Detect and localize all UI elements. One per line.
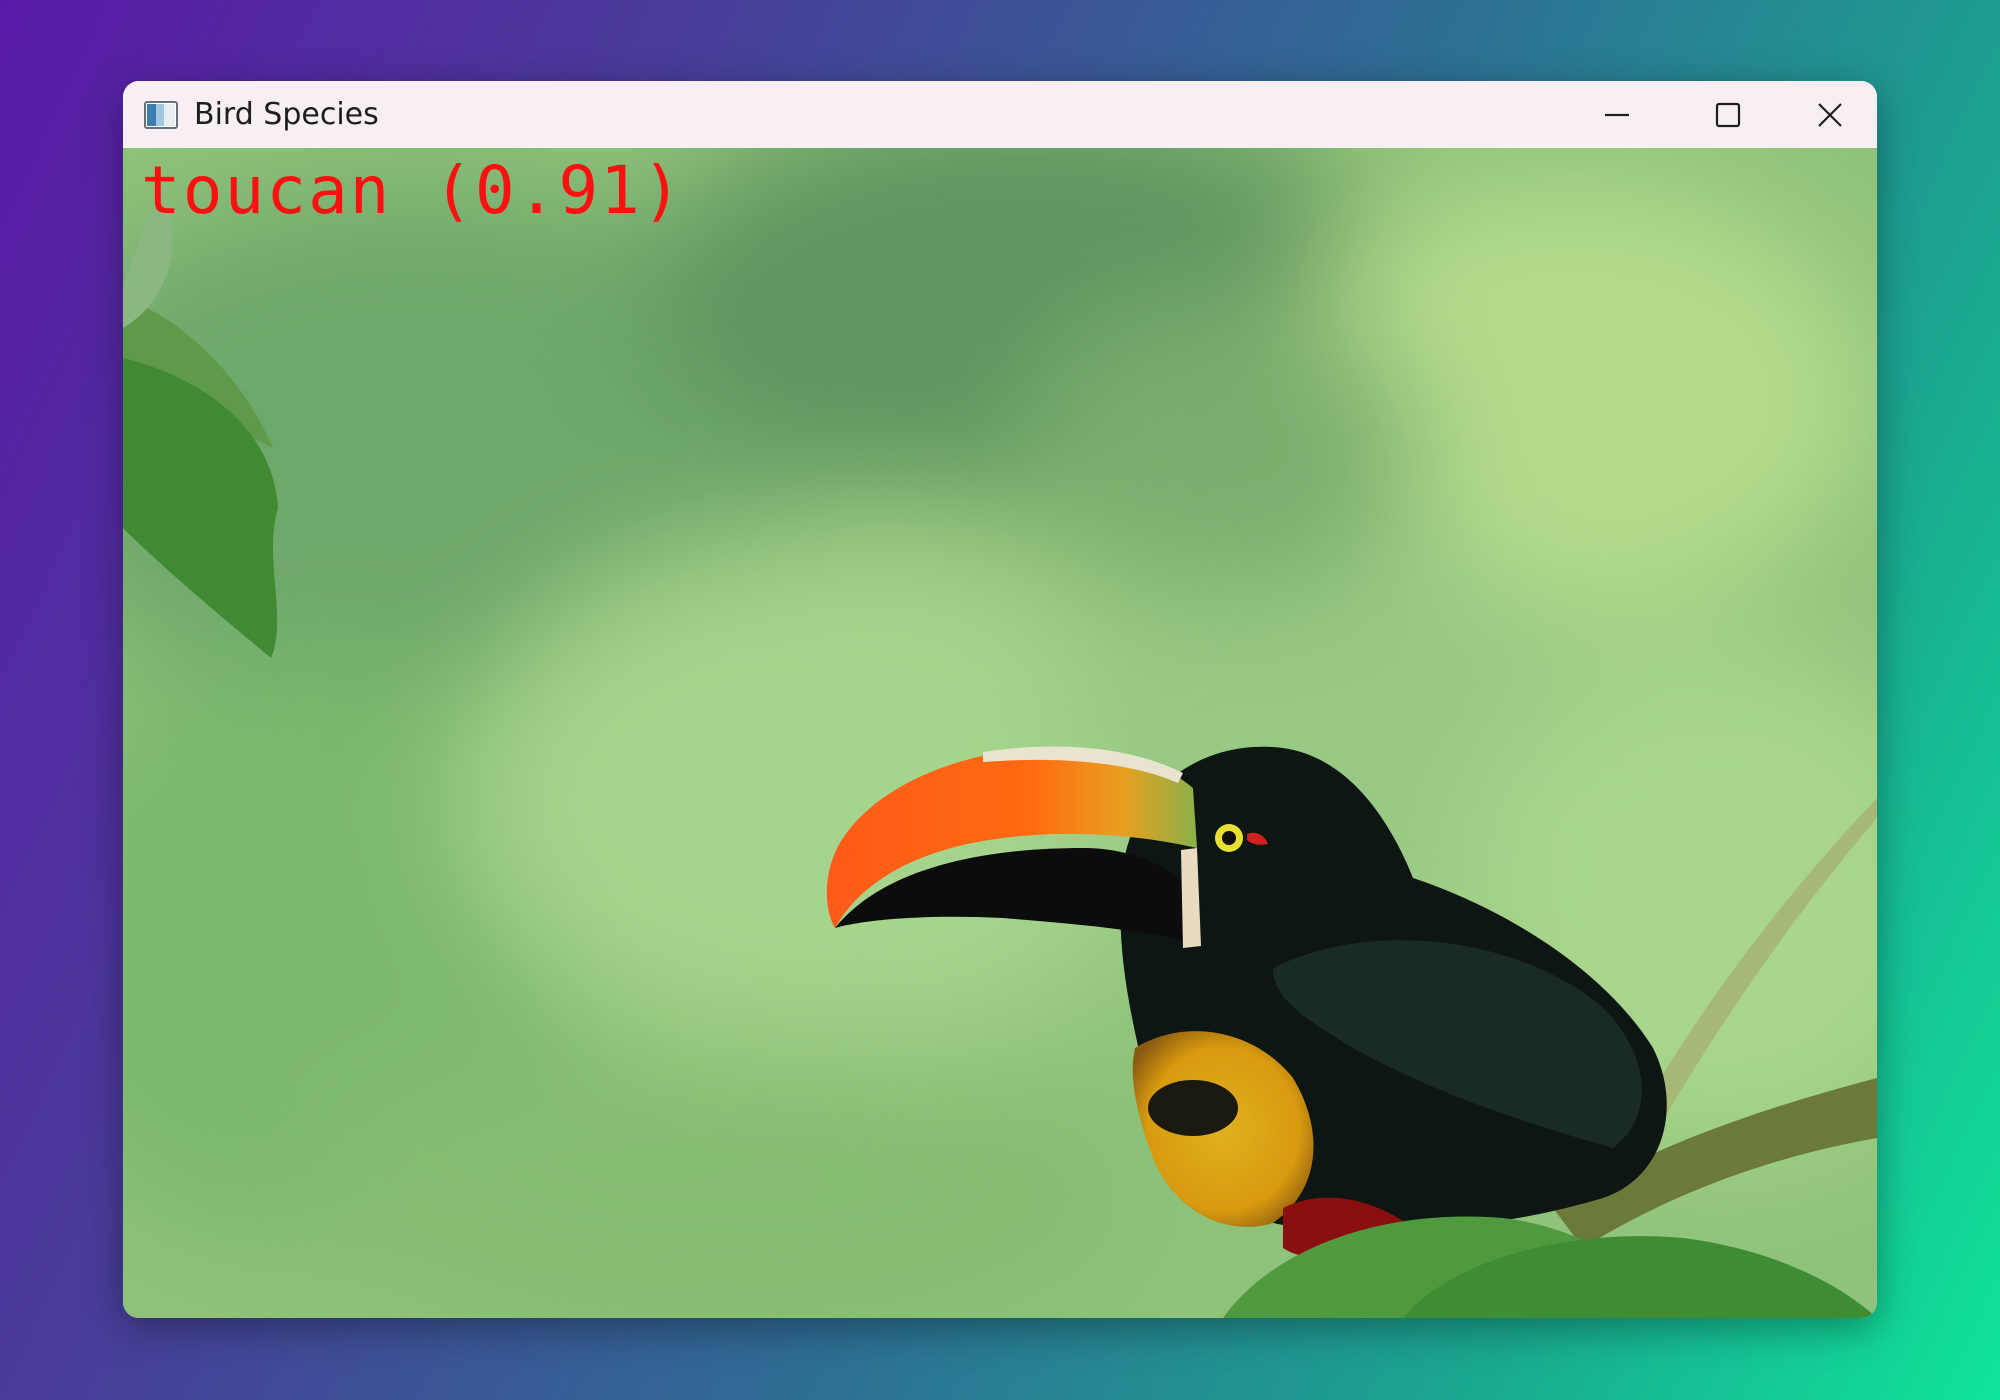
- close-button[interactable]: [1783, 81, 1877, 148]
- minimize-icon: [1604, 113, 1629, 116]
- app-window-icon: [144, 101, 178, 129]
- title-bar[interactable]: Bird Species: [123, 81, 1877, 148]
- maximize-icon: [1715, 102, 1740, 127]
- prediction-label: toucan (0.91): [141, 152, 684, 229]
- toucan-photo: [123, 148, 1877, 1318]
- window-title: Bird Species: [194, 97, 379, 132]
- minimize-button[interactable]: [1561, 81, 1672, 148]
- maximize-button[interactable]: [1672, 81, 1783, 148]
- close-icon: [1818, 102, 1842, 127]
- video-frame: toucan (0.91): [123, 148, 1877, 1318]
- bird-species-window: Bird Species toucan (0.91): [123, 81, 1877, 1318]
